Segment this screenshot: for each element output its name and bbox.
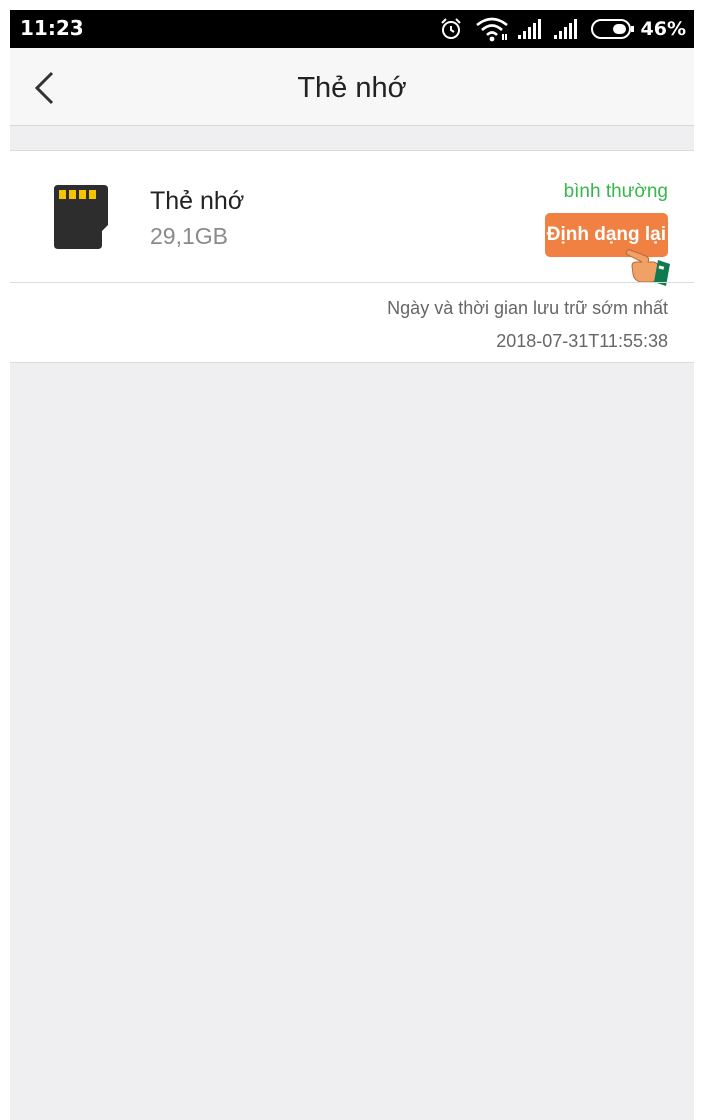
signal-icon <box>517 19 541 39</box>
alarm-icon <box>440 18 461 39</box>
status-icons: 46% <box>439 14 686 44</box>
screen: 11:23 46% Thẻ nhớ Thẻ nhớ 29,1GB bình th… <box>10 10 694 1120</box>
signal-icon <box>553 19 577 39</box>
battery-icon <box>590 19 634 39</box>
earliest-storage-label: Ngày và thời gian lưu trữ sớm nhất <box>387 298 668 318</box>
memory-card-panel: Thẻ nhớ 29,1GB bình thường Định dạng lại… <box>10 150 694 363</box>
battery-percent: 46% <box>640 18 686 40</box>
pointing-hand-icon <box>625 249 670 286</box>
header: Thẻ nhớ <box>10 48 694 126</box>
card-size: 29,1GB <box>150 223 228 249</box>
earliest-storage-datetime: 2018-07-31T11:55:38 <box>496 331 668 351</box>
page-title: Thẻ nhớ <box>297 72 407 104</box>
card-status: bình thường <box>563 181 668 202</box>
card-name: Thẻ nhớ <box>150 187 245 215</box>
wifi-icon <box>475 17 508 42</box>
status-time: 11:23 <box>20 16 84 40</box>
divider <box>10 282 694 283</box>
sd-card-icon <box>54 185 108 249</box>
status-bar: 11:23 46% <box>10 10 694 48</box>
